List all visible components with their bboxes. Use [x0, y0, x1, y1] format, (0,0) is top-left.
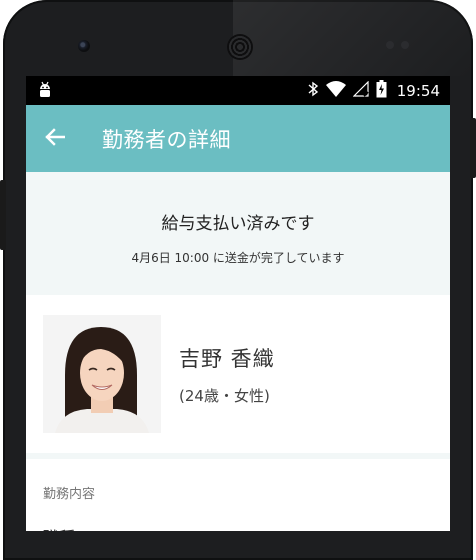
power-button [470, 118, 476, 178]
work-section-heading: 勤務内容 [43, 487, 96, 502]
status-bar: 19:54 [26, 76, 450, 105]
volume-button [0, 180, 6, 250]
job-type-label: 職種 [26, 502, 450, 531]
worker-photo [43, 315, 161, 433]
payment-status-panel: 給与支払い済みです 4月6日 10:00 に送金が完了しています [26, 172, 450, 295]
battery-charging-icon [376, 79, 387, 102]
worker-profile: 吉野 香織 (24歳・女性) [26, 295, 450, 453]
back-button[interactable] [28, 127, 82, 150]
arrow-left-icon [45, 127, 66, 150]
worker-info: 吉野 香織 (24歳・女性) [179, 343, 275, 406]
front-camera [78, 40, 90, 52]
page-title: 勤務者の詳細 [102, 127, 231, 152]
cell-signal-icon [352, 80, 369, 101]
app-bar: 勤務者の詳細 [26, 105, 450, 172]
clock-time: 19:54 [396, 81, 440, 100]
light-sensor [401, 41, 409, 49]
phone-gloss [233, 0, 473, 76]
earpiece-speaker [227, 34, 253, 60]
worker-name: 吉野 香織 [179, 346, 275, 371]
worker-age-gender: (24歳・女性) [179, 386, 270, 405]
proximity-sensor [386, 41, 394, 49]
screen: 19:54 勤務者の詳細 給与支払い済みです 4月6日 10:00 に送金が完了… [26, 76, 450, 531]
android-debug-icon [38, 81, 52, 103]
wifi-icon [325, 80, 346, 101]
bluetooth-icon [307, 81, 319, 101]
payment-detail-text: 4月6日 10:00 に送金が完了しています [131, 251, 345, 265]
payment-status-text: 給与支払い済みです [161, 214, 315, 234]
